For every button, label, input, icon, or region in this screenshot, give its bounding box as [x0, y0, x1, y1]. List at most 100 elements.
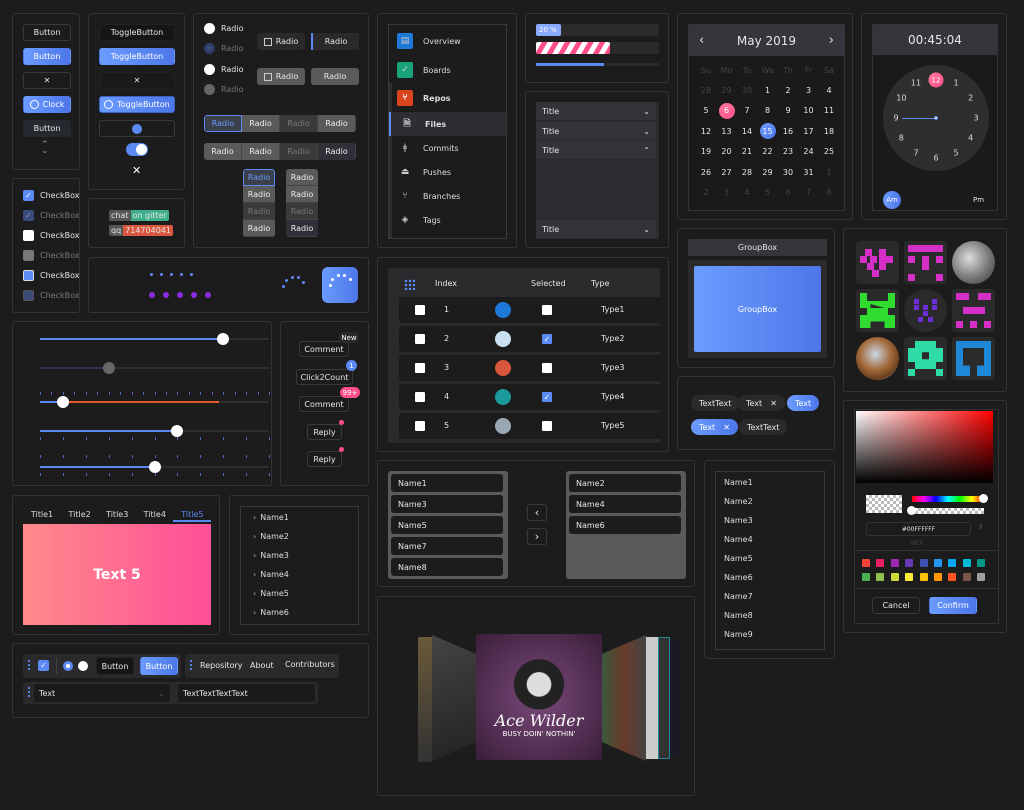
segment-item[interactable]: Radio — [242, 143, 280, 160]
list-item[interactable]: Name8 — [724, 611, 753, 620]
calendar-day[interactable]: 29 — [760, 164, 776, 180]
clock-number[interactable]: 12 — [928, 72, 944, 88]
calendar-day[interactable]: 2 — [780, 82, 796, 98]
cover-item-right-4[interactable] — [670, 639, 682, 757]
color-swatch[interactable] — [962, 559, 971, 567]
spinner-updown-icon[interactable]: ⌃ ⌄ — [41, 141, 49, 156]
link-contributors[interactable]: Contributors — [285, 660, 335, 669]
calendar-day-today[interactable]: 6 — [718, 102, 735, 119]
segment-item[interactable]: Radio — [280, 115, 318, 132]
transfer-item[interactable]: Name5 — [391, 516, 503, 534]
radio-disabled[interactable]: Radio — [204, 84, 243, 95]
calendar-day[interactable]: 7 — [801, 185, 817, 201]
slider-thumb[interactable] — [102, 362, 115, 374]
format-toggle-icon[interactable]: ⇕ — [978, 523, 984, 531]
clock-number[interactable]: 7 — [913, 148, 918, 157]
nav-item-files[interactable]: 🗎 Files — [389, 112, 506, 136]
row-checkbox[interactable] — [415, 334, 425, 344]
clock-number[interactable]: 11 — [911, 79, 921, 88]
radio-button-calendar-3[interactable]: Radio — [257, 68, 305, 85]
column-header-selected[interactable]: Selected — [531, 279, 566, 288]
transfer-item[interactable]: Name3 — [391, 495, 503, 513]
radio-button-2[interactable]: Radio — [311, 33, 359, 50]
toolbar-radio[interactable] — [78, 661, 88, 671]
radio-button-calendar-1[interactable]: Radio — [257, 33, 305, 50]
calendar-day[interactable]: 30 — [780, 164, 796, 180]
selected-checkbox[interactable]: ✓ — [542, 392, 552, 402]
list-item[interactable]: Name1 — [724, 478, 753, 487]
pm-button[interactable]: Pm — [973, 196, 984, 204]
color-swatch[interactable] — [905, 573, 914, 581]
move-left-button[interactable]: ‹ — [527, 504, 547, 521]
list-item[interactable]: Name6 — [724, 573, 753, 582]
slider-thumb[interactable] — [171, 425, 184, 437]
table-row[interactable]: 3 Type3 — [399, 355, 663, 381]
color-swatch[interactable] — [977, 559, 986, 567]
row-checkbox[interactable] — [415, 392, 425, 402]
column-header-index[interactable]: Index — [435, 279, 457, 288]
list-item[interactable]: Name5 — [724, 554, 753, 563]
calendar-day[interactable]: 16 — [780, 123, 796, 139]
clock-number[interactable]: 10 — [896, 94, 906, 103]
segment-item[interactable]: Radio — [242, 115, 280, 132]
color-swatch[interactable] — [862, 559, 870, 567]
chevron-right-icon[interactable]: › — [253, 570, 256, 579]
color-swatch[interactable] — [919, 559, 928, 567]
drag-handle-icon[interactable] — [190, 659, 192, 672]
nav-item-overview[interactable]: ▤ Overview — [389, 29, 506, 53]
chevron-right-icon[interactable]: › — [253, 608, 256, 617]
list-item[interactable]: Name4 — [724, 535, 753, 544]
accordion-item-expanded[interactable]: Title ⌃ — [536, 141, 656, 160]
calendar-day[interactable]: 2 — [698, 185, 714, 201]
cover-item-center[interactable]: Ace Wilder BUSY DOIN' NOTHIN' — [476, 634, 602, 760]
segment-item[interactable]: Radio — [243, 220, 275, 237]
tag[interactable]: TextText — [739, 419, 788, 435]
reply-button-2[interactable]: Reply — [307, 451, 342, 467]
color-swatch[interactable] — [934, 573, 942, 581]
calendar-day[interactable]: 13 — [719, 123, 735, 139]
alpha-slider[interactable] — [907, 506, 984, 515]
color-swatch[interactable] — [948, 559, 957, 567]
saturation-value-area[interactable] — [856, 411, 993, 483]
tab-title2[interactable]: Title2 — [61, 508, 99, 522]
button-default[interactable]: Button — [23, 24, 71, 41]
comment-button-2[interactable]: Comment — [299, 396, 349, 412]
checkbox-indeterminate[interactable]: CheckBox — [23, 270, 79, 281]
transfer-item[interactable]: Name6 — [569, 516, 681, 534]
tab-title4[interactable]: Title4 — [136, 508, 174, 522]
segment-item[interactable]: Radio — [318, 143, 356, 160]
segment-item[interactable]: Radio — [286, 186, 318, 203]
toolbar-radio-checked[interactable] — [63, 661, 73, 671]
color-swatch[interactable] — [862, 573, 870, 581]
calendar-day[interactable]: 20 — [719, 144, 735, 160]
slider[interactable] — [40, 362, 269, 374]
radio-unchecked-2[interactable]: Radio — [204, 64, 243, 75]
selected-checkbox[interactable]: ✓ — [542, 334, 552, 344]
toggle-button-on[interactable]: ToggleButton — [99, 48, 175, 65]
toolbar-checkbox[interactable]: ✓ — [38, 660, 49, 671]
selected-checkbox[interactable] — [542, 305, 552, 315]
tag[interactable]: TextText — [691, 395, 740, 411]
tree-item[interactable]: › Name5 — [253, 589, 289, 598]
grid-menu-icon[interactable] — [404, 279, 415, 290]
segment-item[interactable]: Radio — [243, 186, 275, 203]
cover-item-right-2[interactable] — [646, 637, 658, 759]
tag-selected-closable[interactable]: Text ✕ — [691, 419, 738, 435]
calendar-day[interactable]: 7 — [739, 103, 755, 119]
segment-item[interactable]: Radio — [204, 115, 242, 132]
shield-chat[interactable]: chat on gitter — [109, 210, 169, 221]
drag-handle-icon[interactable] — [28, 659, 30, 672]
chevron-right-icon[interactable]: › — [253, 532, 256, 541]
calendar-day[interactable]: 21 — [739, 144, 755, 160]
transfer-item[interactable]: Name1 — [391, 474, 503, 492]
drag-handle-icon[interactable] — [28, 686, 30, 699]
chevron-right-icon[interactable]: › — [253, 513, 256, 522]
clock-number[interactable]: 3 — [973, 114, 978, 123]
segment-item[interactable]: Radio — [318, 115, 356, 132]
link-repository[interactable]: Repository — [200, 661, 243, 670]
color-swatch[interactable] — [948, 573, 957, 581]
close-icon[interactable]: ✕ — [723, 423, 730, 432]
close-icon[interactable]: ✕ — [770, 399, 777, 408]
calendar-day[interactable]: 8 — [760, 103, 776, 119]
tree-item[interactable]: › Name4 — [253, 570, 289, 579]
